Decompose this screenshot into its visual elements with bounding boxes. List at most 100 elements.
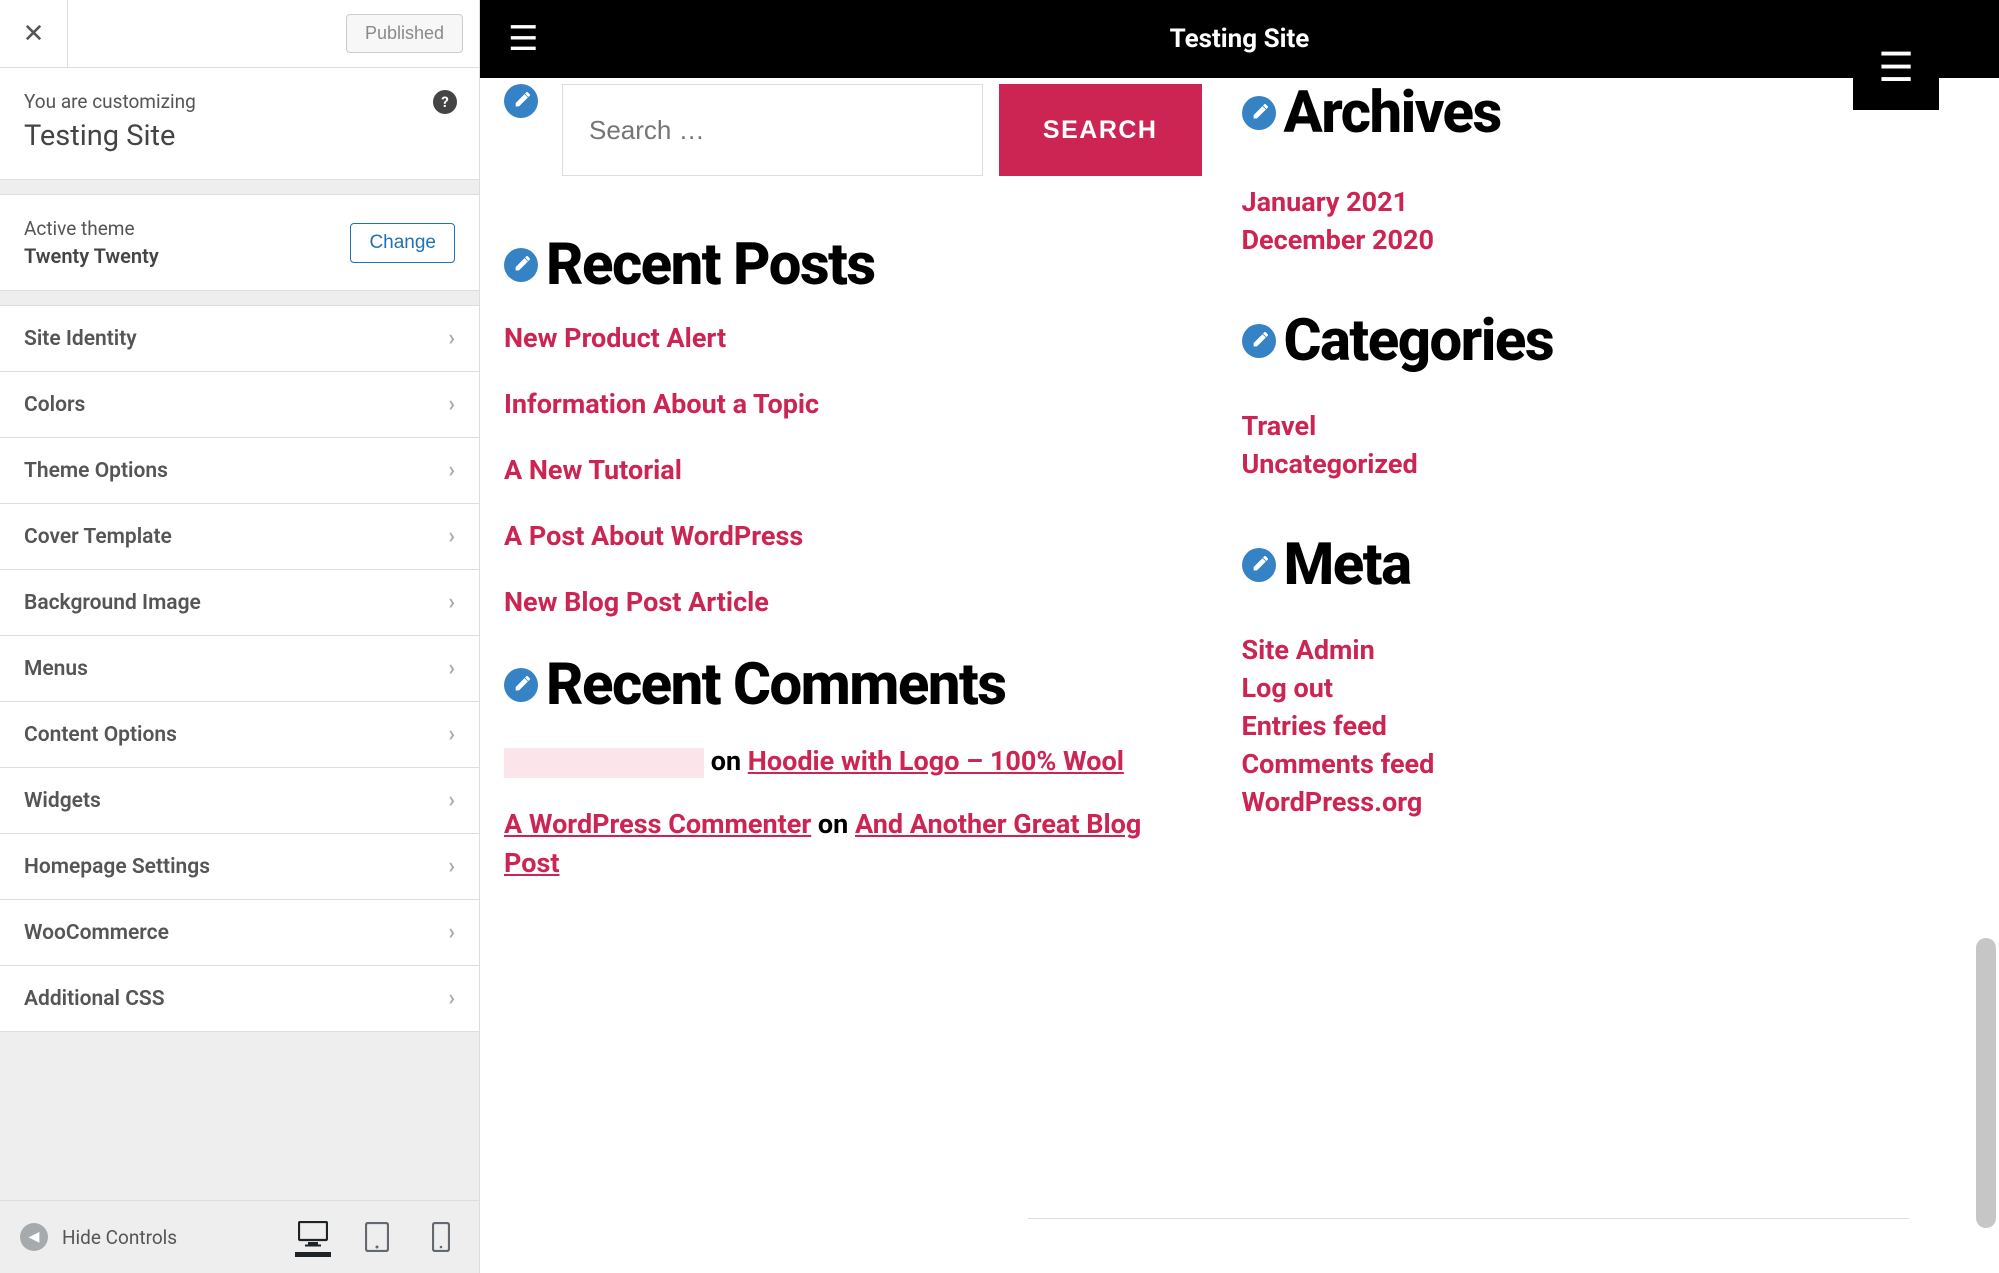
meta-title: Meta	[1284, 536, 1411, 594]
link[interactable]: New Product Alert	[504, 322, 726, 354]
preview-scrollbar[interactable]	[1976, 938, 1996, 1228]
chevron-right-icon: ›	[448, 722, 455, 747]
chevron-right-icon: ›	[448, 986, 455, 1011]
desktop-preview-button[interactable]	[295, 1217, 331, 1257]
customizer-panel-item[interactable]: Theme Options›	[0, 438, 479, 504]
menu-toggle-left[interactable]: ☰	[508, 19, 538, 59]
link[interactable]: New Blog Post Article	[504, 586, 769, 618]
chevron-right-icon: ›	[448, 854, 455, 879]
edit-widget-button[interactable]	[504, 668, 538, 702]
panel-item-label: Content Options	[24, 723, 177, 747]
customizing-site-name: Testing Site	[24, 119, 455, 153]
tablet-preview-button[interactable]	[359, 1217, 395, 1257]
customizer-panel-item[interactable]: Site Identity ›	[0, 306, 479, 372]
list-item: A Post About WordPress	[504, 520, 1202, 552]
comment-on-label: on	[811, 808, 855, 840]
link[interactable]: WordPress.org	[1242, 786, 1423, 818]
chevron-right-icon: ›	[448, 524, 455, 549]
recent-posts-list: New Product Alert Information About a Top…	[504, 322, 1202, 618]
search-widget: SEARCH	[504, 84, 1202, 176]
edit-widget-button[interactable]	[1242, 548, 1276, 582]
link[interactable]: Uncategorized	[1242, 448, 1418, 480]
search-input[interactable]	[562, 84, 983, 176]
customizer-panel-item[interactable]: Background Image ›	[0, 570, 479, 636]
tablet-icon	[365, 1222, 389, 1252]
customizer-panel-item[interactable]: Homepage Settings›	[0, 834, 479, 900]
link[interactable]: Entries feed	[1242, 710, 1387, 742]
list-item: Log out	[1242, 672, 1940, 704]
panel-item-label: Background Image	[24, 591, 201, 615]
link[interactable]: Comments feed	[1242, 748, 1435, 780]
panel-item-label: Site Identity	[24, 327, 137, 351]
redacted-author	[504, 748, 704, 778]
link[interactable]: A New Tutorial	[504, 454, 682, 486]
close-customizer-button[interactable]: ✕	[0, 0, 68, 68]
customizer-panel-item[interactable]: Menus›	[0, 636, 479, 702]
link[interactable]: Information About a Topic	[504, 388, 819, 420]
customizing-heading-block: You are customizing Testing Site ?	[0, 68, 479, 180]
publish-status-button[interactable]: Published	[346, 14, 463, 53]
comment-item: A WordPress Commenter on And Another Gre…	[504, 805, 1202, 883]
hamburger-icon: ☰	[1878, 44, 1914, 91]
list-item: Uncategorized	[1242, 448, 1940, 480]
edit-widget-button[interactable]	[1242, 324, 1276, 358]
preview-left-column: SEARCH Recent Posts New Product AlertInf…	[504, 84, 1202, 1233]
link[interactable]: December 2020	[1242, 224, 1435, 256]
link[interactable]: Log out	[1242, 672, 1333, 704]
list-item: New Product Alert	[504, 322, 1202, 354]
edit-widget-button[interactable]	[504, 84, 538, 118]
comment-author-link[interactable]: A WordPress Commenter	[504, 808, 811, 840]
hamburger-icon: ☰	[508, 19, 538, 59]
menu-toggle-right[interactable]: ☰	[1853, 24, 1939, 110]
list-item: Information About a Topic	[504, 388, 1202, 420]
mobile-preview-button[interactable]	[423, 1217, 459, 1257]
sidebar-footer: ◀ Hide Controls	[0, 1200, 479, 1273]
hide-controls-label[interactable]: Hide Controls	[62, 1226, 177, 1249]
chevron-right-icon: ›	[448, 392, 455, 417]
edit-widget-button[interactable]	[504, 248, 538, 282]
desktop-icon	[298, 1221, 328, 1247]
preview-header: ☰ Testing Site	[480, 0, 1999, 78]
active-theme-block: Active theme Twenty Twenty Change	[0, 194, 479, 291]
meta-widget: Meta Site Admin Log out Entries feed Commen…	[1242, 536, 1940, 818]
pencil-icon	[512, 676, 530, 694]
panel-item-label: Theme Options	[24, 459, 168, 483]
meta-list: Site Admin Log out Entries feed Comments fe…	[1242, 634, 1940, 818]
preview-right-column: Archives January 2021December 2020 Categ…	[1242, 84, 1940, 1233]
customizer-panel-item[interactable]: Colors›	[0, 372, 479, 438]
link[interactable]: A Post About WordPress	[504, 520, 803, 552]
customizer-panel-item[interactable]: WooCommerce ›	[0, 900, 479, 966]
customizer-panel-item[interactable]: Content Options ›	[0, 702, 479, 768]
list-item: Site Admin	[1242, 634, 1940, 666]
search-button[interactable]: SEARCH	[999, 84, 1202, 176]
customizer-panel-item[interactable]: Widgets›	[0, 768, 479, 834]
help-icon[interactable]: ?	[433, 90, 457, 114]
link[interactable]: Site Admin	[1242, 634, 1375, 666]
pencil-icon	[512, 92, 530, 110]
list-item: A New Tutorial	[504, 454, 1202, 486]
chevron-right-icon: ›	[448, 326, 455, 351]
recent-comments-list: on Hoodie with Logo – 100% Wool A WordPre…	[504, 742, 1202, 883]
list-item: Travel	[1242, 410, 1940, 442]
device-preview-group	[295, 1217, 459, 1257]
chevron-right-icon: ›	[448, 920, 455, 945]
collapse-sidebar-button[interactable]: ◀	[20, 1223, 48, 1251]
recent-posts-widget: Recent Posts New Product AlertInformatio…	[504, 236, 1202, 618]
change-theme-button[interactable]: Change	[350, 223, 455, 263]
link[interactable]: January 2021	[1242, 186, 1409, 218]
customizer-sidebar: ✕ Published You are customizing Testing …	[0, 0, 480, 1273]
categories-title: Categories	[1284, 312, 1554, 370]
link[interactable]: Travel	[1242, 410, 1317, 442]
pencil-icon	[1250, 556, 1268, 574]
pencil-icon	[1250, 332, 1268, 350]
panel-item-label: WooCommerce	[24, 921, 169, 945]
chevron-right-icon: ›	[448, 590, 455, 615]
customizer-panel-item[interactable]: Additional CSS›	[0, 966, 479, 1032]
preview-site-title[interactable]: Testing Site	[1170, 24, 1310, 54]
close-icon: ✕	[23, 19, 45, 49]
comment-target-link[interactable]: Hoodie with Logo – 100% Wool	[748, 745, 1124, 777]
edit-widget-button[interactable]	[1242, 96, 1276, 130]
list-item: Entries feed	[1242, 710, 1940, 742]
customizer-panel-item[interactable]: Cover Template›	[0, 504, 479, 570]
sidebar-top-bar: ✕ Published	[0, 0, 479, 68]
